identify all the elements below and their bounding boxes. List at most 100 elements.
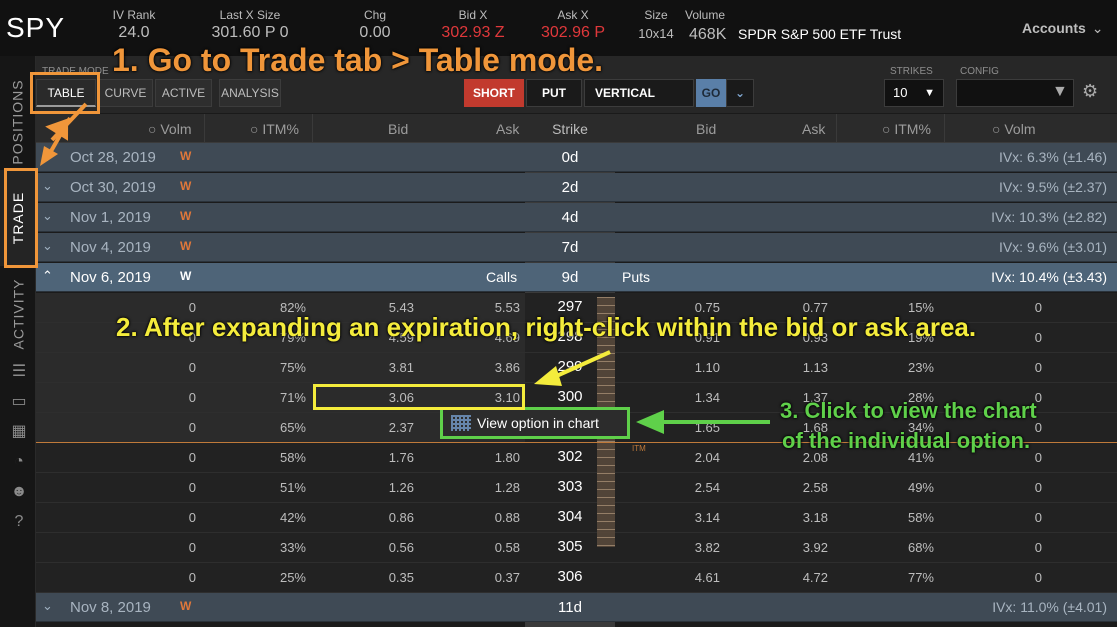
view-option-in-chart-menu-item[interactable]: View option in chart bbox=[440, 407, 630, 439]
col-calls-ask[interactable]: Ask bbox=[496, 121, 519, 137]
call-ask-cell[interactable]: 1.80 bbox=[460, 450, 520, 465]
put-ask-cell[interactable]: 3.18 bbox=[768, 510, 828, 525]
users-icon[interactable]: ☻ bbox=[9, 482, 29, 502]
gauge-icon[interactable]: ◔ bbox=[9, 452, 29, 472]
call-bid-cell[interactable]: 3.81 bbox=[354, 360, 414, 375]
go-button[interactable]: GO bbox=[696, 79, 726, 107]
call-bid-cell[interactable]: 2.37 bbox=[354, 420, 414, 435]
expiration-row-expanded[interactable]: ⌃ Nov 6, 2019 W Calls 9d Puts IVx: 10.4%… bbox=[36, 263, 1117, 292]
strikes-select[interactable]: 10 ▼ bbox=[884, 79, 944, 107]
chevron-down-icon[interactable]: ⌄ bbox=[42, 148, 53, 164]
mode-active-button[interactable]: ACTIVE bbox=[155, 79, 212, 107]
mode-analysis-button[interactable]: ANALYSIS bbox=[219, 79, 281, 107]
col-puts-bid[interactable]: Bid bbox=[696, 121, 716, 137]
call-bid-cell[interactable]: 0.35 bbox=[354, 570, 414, 585]
expiration-row[interactable]: ⌄ Nov 1, 2019 W 4d IVx: 10.3% (±2.82) bbox=[36, 203, 1117, 232]
call-itm-cell: 58% bbox=[279, 450, 306, 465]
put-volume-cell: 0 bbox=[1034, 510, 1042, 525]
last-size-stat: Last X Size 301.60 P 0 bbox=[211, 8, 289, 41]
change-stat: Chg 0.00 bbox=[359, 8, 391, 41]
left-rail: POSITIONS TRADE ACTIVITY ☰ ▭ ▦ ◔ ☻ ? bbox=[0, 56, 36, 627]
call-bid-cell[interactable]: 1.26 bbox=[354, 480, 414, 495]
col-calls-bid[interactable]: Bid bbox=[388, 121, 408, 137]
put-bid-cell[interactable]: 1.34 bbox=[660, 390, 720, 405]
option-row[interactable]: 0 51% 1.26 1.28 2.54 2.58 49% 0 303 bbox=[36, 473, 1117, 503]
put-bid-cell[interactable]: 2.04 bbox=[660, 450, 720, 465]
expiration-row[interactable]: ⌄ Oct 30, 2019 W 2d IVx: 9.5% (±2.37) bbox=[36, 173, 1117, 202]
col-puts-volm[interactable]: ○ Volm bbox=[992, 121, 1035, 137]
chevron-down-icon[interactable]: ⌄ bbox=[42, 598, 53, 614]
chevron-down-icon[interactable]: ⌄ bbox=[42, 238, 53, 254]
call-volume-cell: 0 bbox=[188, 510, 196, 525]
put-ask-cell[interactable]: 2.58 bbox=[768, 480, 828, 495]
annotation-step-3: 3. Click to view the chart of the indivi… bbox=[780, 398, 1037, 453]
col-strike[interactable]: Strike bbox=[525, 121, 615, 137]
call-ask-cell[interactable]: 0.88 bbox=[460, 510, 520, 525]
symbol-label[interactable]: SPY bbox=[6, 12, 65, 44]
call-ask-cell[interactable]: 1.28 bbox=[460, 480, 520, 495]
put-bid-cell[interactable]: 1.10 bbox=[660, 360, 720, 375]
put-bid-cell[interactable]: 3.14 bbox=[660, 510, 720, 525]
put-bid-cell[interactable]: 3.82 bbox=[660, 540, 720, 555]
call-itm-cell: 71% bbox=[279, 390, 306, 405]
col-calls-itm[interactable]: ○ ITM% bbox=[250, 121, 299, 137]
put-bid-cell[interactable]: 2.54 bbox=[660, 480, 720, 495]
put-ask-cell[interactable]: 3.92 bbox=[768, 540, 828, 555]
put-itm-cell: 23% bbox=[907, 360, 934, 375]
column-headers: ○ Volm ○ ITM% Bid Ask Strike Bid Ask ○ I… bbox=[36, 114, 1117, 143]
chart-icon[interactable]: ▦ bbox=[9, 422, 29, 442]
short-button[interactable]: SHORT bbox=[464, 79, 524, 107]
call-ask-cell[interactable]: 3.86 bbox=[460, 360, 520, 375]
help-icon[interactable]: ? bbox=[9, 512, 29, 532]
chevron-up-icon[interactable]: ⌃ bbox=[42, 268, 53, 284]
call-bid-cell[interactable]: 0.56 bbox=[354, 540, 414, 555]
col-calls-volm[interactable]: ○ Volm bbox=[148, 121, 191, 137]
put-bid-cell[interactable]: 1.65 bbox=[660, 420, 720, 435]
call-ask-cell[interactable]: 0.37 bbox=[460, 570, 520, 585]
put-button[interactable]: PUT bbox=[526, 79, 582, 107]
put-itm-cell: 58% bbox=[907, 510, 934, 525]
highlight-bid-ask-area bbox=[313, 384, 525, 410]
accounts-menu[interactable]: Accounts ⌄ bbox=[1022, 20, 1104, 37]
strategy-select[interactable]: VERTICAL bbox=[584, 79, 694, 107]
option-row[interactable]: 0 33% 0.56 0.58 3.82 3.92 68% 0 305 bbox=[36, 533, 1117, 563]
strike-cell[interactable]: 306 bbox=[525, 568, 615, 585]
call-ask-cell[interactable]: 0.58 bbox=[460, 540, 520, 555]
put-itm-cell: 77% bbox=[907, 570, 934, 585]
put-ask-cell[interactable]: 4.72 bbox=[768, 570, 828, 585]
col-puts-itm[interactable]: ○ ITM% bbox=[882, 121, 931, 137]
expiration-row[interactable]: ⌄ Nov 4, 2019 W 7d IVx: 9.6% (±3.01) bbox=[36, 233, 1117, 262]
call-itm-cell: 65% bbox=[279, 420, 306, 435]
chevron-down-icon[interactable]: ⌄ bbox=[42, 178, 53, 194]
option-row[interactable]: 0 75% 3.81 3.86 1.10 1.13 23% 0 299 bbox=[36, 353, 1117, 383]
mode-curve-button[interactable]: CURVE bbox=[98, 79, 153, 107]
call-bid-cell[interactable]: 1.76 bbox=[354, 450, 414, 465]
col-puts-ask[interactable]: Ask bbox=[802, 121, 825, 137]
chevron-down-icon[interactable]: ⌄ bbox=[726, 79, 754, 107]
symbol-description: SPDR S&P 500 ETF Trust bbox=[738, 26, 902, 42]
call-bid-cell[interactable]: 0.86 bbox=[354, 510, 414, 525]
strikes-label: STRIKES bbox=[890, 66, 933, 77]
tv-icon[interactable]: ▭ bbox=[9, 392, 29, 412]
put-bid-cell[interactable]: 4.61 bbox=[660, 570, 720, 585]
caret-down-icon: ▼ bbox=[924, 87, 935, 99]
put-ask-cell[interactable]: 1.13 bbox=[768, 360, 828, 375]
expiration-row[interactable]: ⌄ Nov 8, 2019 W 11d IVx: 11.0% (±4.01) bbox=[36, 593, 1117, 622]
put-itm-cell: 68% bbox=[907, 540, 934, 555]
expiration-row[interactable]: ⌄ Oct 28, 2019 W 0d IVx: 6.3% (±1.46) bbox=[36, 143, 1117, 172]
annotation-step-2: 2. After expanding an expiration, right-… bbox=[116, 312, 977, 342]
option-row[interactable]: 0 42% 0.86 0.88 3.14 3.18 58% 0 304 bbox=[36, 503, 1117, 533]
gear-icon[interactable]: ⚙ bbox=[1082, 81, 1098, 102]
list-icon[interactable]: ☰ bbox=[9, 362, 29, 382]
call-volume-cell: 0 bbox=[188, 420, 196, 435]
call-itm-cell: 33% bbox=[279, 540, 306, 555]
call-itm-cell: 51% bbox=[279, 480, 306, 495]
filter-icon[interactable]: ▼ bbox=[1052, 83, 1068, 101]
chevron-down-icon[interactable]: ⌄ bbox=[42, 208, 53, 224]
option-row[interactable]: 0 25% 0.35 0.37 4.61 4.72 77% 0 306 bbox=[36, 563, 1117, 593]
tab-activity[interactable]: ACTIVITY bbox=[0, 268, 36, 360]
call-volume-cell: 0 bbox=[188, 390, 196, 405]
call-volume-cell: 0 bbox=[188, 480, 196, 495]
put-volume-cell: 0 bbox=[1034, 480, 1042, 495]
call-itm-cell: 42% bbox=[279, 510, 306, 525]
